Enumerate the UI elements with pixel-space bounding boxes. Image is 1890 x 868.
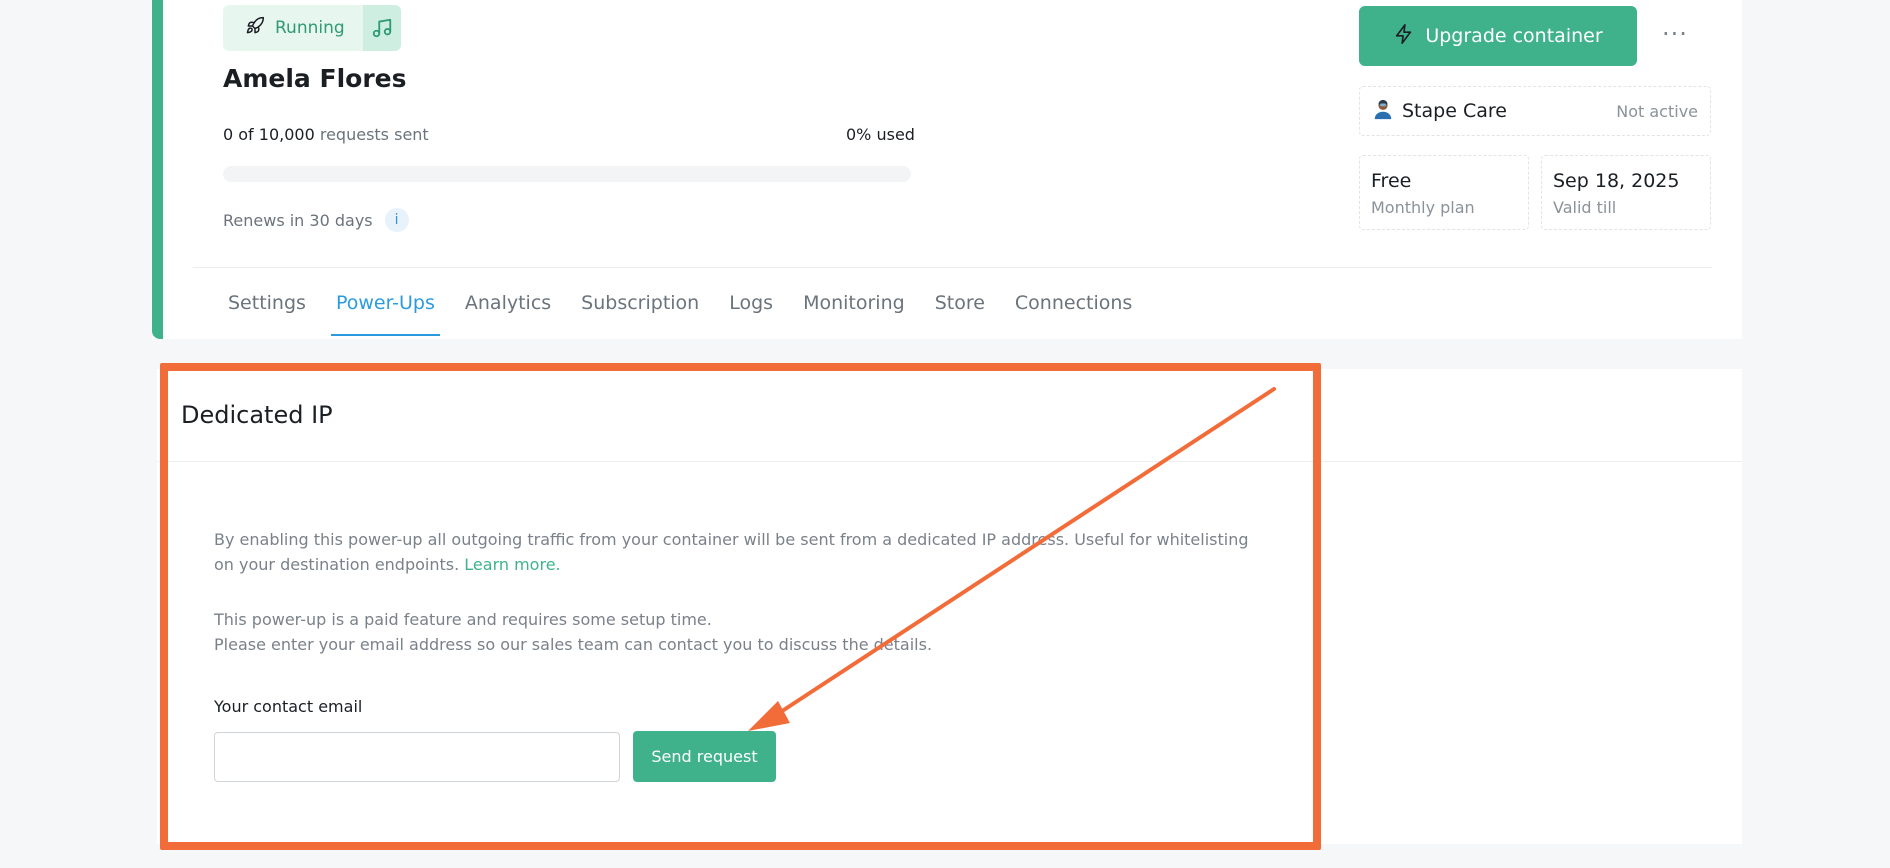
plan-name: Free xyxy=(1371,170,1412,192)
tab-subscription[interactable]: Subscription xyxy=(581,286,699,336)
tab-monitoring[interactable]: Monitoring xyxy=(803,286,905,336)
powerup-title: Dedicated IP xyxy=(181,401,333,429)
stape-care-label-group: Stape Care xyxy=(1372,98,1507,125)
status-accent-bar xyxy=(152,0,163,339)
valid-till-box: Sep 18, 2025 Valid till xyxy=(1541,155,1711,230)
stape-care-box[interactable]: Stape Care Not active xyxy=(1359,86,1711,136)
powerup-divider xyxy=(157,461,1742,462)
renewal-info: Renews in 30 days i xyxy=(223,208,409,232)
valid-date: Sep 18, 2025 xyxy=(1553,170,1680,192)
requests-summary: 0 of 10,000 requests sent xyxy=(223,125,429,144)
status-label: Running xyxy=(275,18,345,38)
requests-suffix: requests sent xyxy=(319,125,429,144)
plan-box: Free Monthly plan xyxy=(1359,155,1529,230)
tab-store[interactable]: Store xyxy=(935,286,985,336)
send-request-button[interactable]: Send request xyxy=(633,731,776,782)
ellipsis-icon[interactable]: ··· xyxy=(1662,20,1688,48)
powerup-description-text: By enabling this power-up all outgoing t… xyxy=(214,530,1249,574)
usage-percent: 0% used xyxy=(846,125,915,144)
usage-progress-bar xyxy=(223,166,911,182)
tab-analytics[interactable]: Analytics xyxy=(465,286,551,336)
plan-caption: Monthly plan xyxy=(1371,198,1475,217)
status-badge: Running xyxy=(223,5,401,51)
music-note-icon[interactable] xyxy=(362,5,401,51)
tab-settings[interactable]: Settings xyxy=(228,286,306,336)
powerup-description: By enabling this power-up all outgoing t… xyxy=(214,527,1264,577)
valid-caption: Valid till xyxy=(1553,198,1617,217)
status-badge-main: Running xyxy=(223,5,363,51)
email-field-label: Your contact email xyxy=(214,697,363,716)
requests-count: 0 of 10,000 xyxy=(223,125,315,144)
lightning-icon xyxy=(1393,23,1415,50)
learn-more-link[interactable]: Learn more. xyxy=(464,555,560,574)
info-icon[interactable]: i xyxy=(384,208,409,232)
stape-care-label: Stape Care xyxy=(1402,100,1507,122)
email-field[interactable] xyxy=(214,732,620,782)
upgrade-label: Upgrade container xyxy=(1425,25,1603,47)
tab-power-ups[interactable]: Power-Ups xyxy=(330,286,440,336)
rocket-icon xyxy=(245,16,265,41)
person-icon xyxy=(1372,98,1394,125)
powerup-note-line2: Please enter your email address so our s… xyxy=(214,635,933,654)
powerup-note-line1: This power-up is a paid feature and requ… xyxy=(214,610,712,629)
powerup-note: This power-up is a paid feature and requ… xyxy=(214,607,1264,657)
stape-care-status: Not active xyxy=(1616,101,1698,121)
tab-logs[interactable]: Logs xyxy=(729,286,773,336)
upgrade-container-button[interactable]: Upgrade container xyxy=(1359,6,1637,66)
container-name: Amela Flores xyxy=(223,64,407,93)
renews-text: Renews in 30 days xyxy=(223,210,373,230)
header-divider xyxy=(193,267,1712,268)
tab-connections[interactable]: Connections xyxy=(1015,286,1132,336)
container-tabs: Settings Power-Ups Analytics Subscriptio… xyxy=(228,286,1162,336)
